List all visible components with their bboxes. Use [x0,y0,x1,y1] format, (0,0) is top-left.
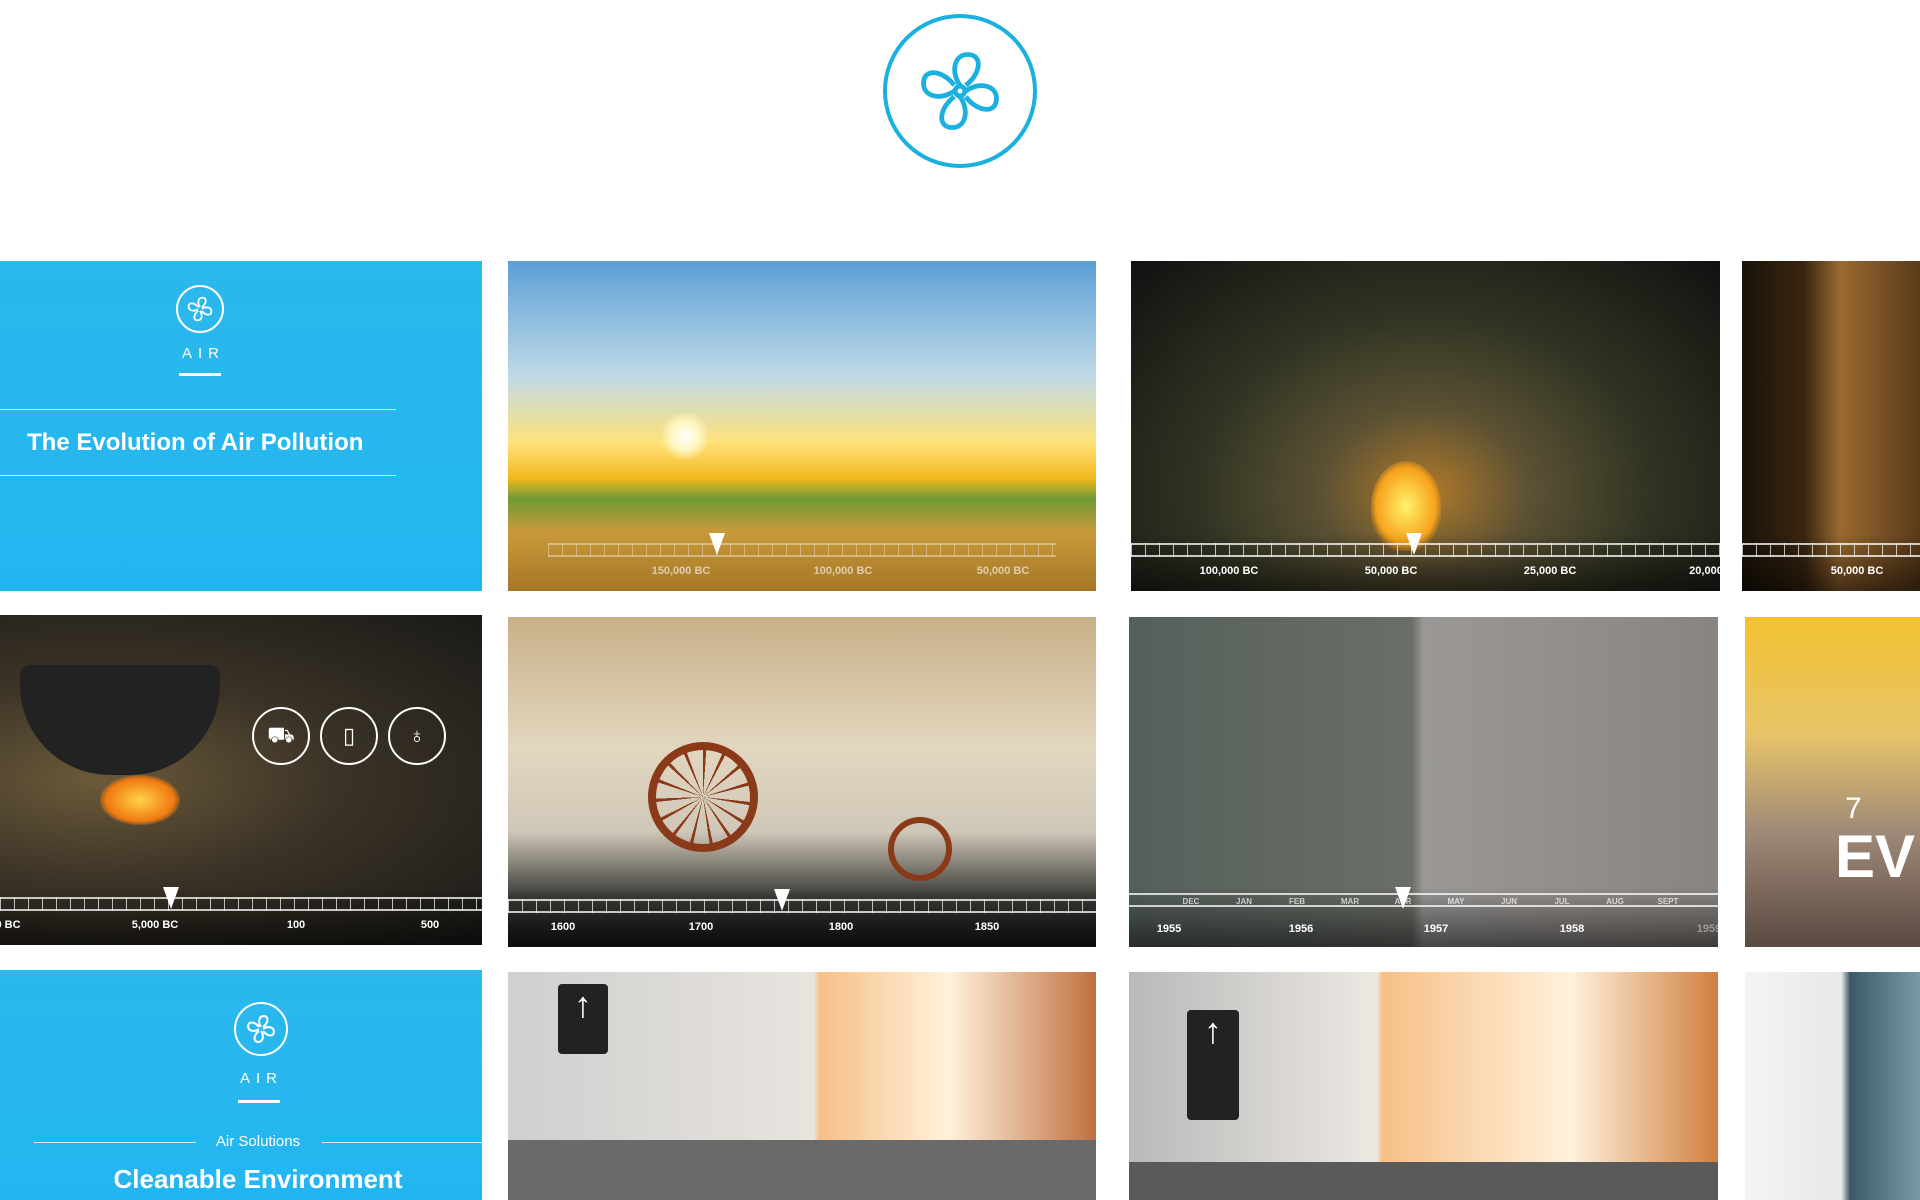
cart-icon[interactable]: ⛟ [252,707,310,765]
tile-title: EV [1835,823,1916,890]
timeline-month-label: JUN [1500,897,1518,906]
timeline-month-label: MAY [1447,897,1465,906]
timeline-label: 1955 [1156,923,1182,935]
timeline-marker[interactable] [709,533,725,555]
divider [238,1100,280,1103]
barrel-icon[interactable]: ▯ [320,707,378,765]
timeline-label: 0 BC [0,919,21,931]
arrow-up-icon: ↑ [1187,1010,1239,1120]
sun [660,411,710,461]
timeline-label: 50,000 BC [1364,565,1418,577]
divider [179,373,221,376]
egypt-tile[interactable]: 50,000 BC [1742,261,1920,591]
fire [100,775,180,825]
timeline-marker[interactable] [1406,533,1422,555]
timeline-label: 100 [286,919,306,931]
tile-text: 7 [1845,792,1862,825]
timeline-label: 25,000 BC [1523,565,1577,577]
fan-icon [234,1002,288,1056]
timeline-label: 1850 [974,921,1000,933]
timeline-label: 1959 [1696,923,1718,935]
divider [0,409,396,410]
category-label: AIR [240,1070,284,1087]
timeline-label: 100,000 BC [813,565,873,577]
fridge-tile[interactable]: ↑ [1129,972,1718,1200]
timeline[interactable]: 1600 1700 1800 1850 [508,889,1096,947]
intro-tile[interactable]: AIR The Evolution of Air Pollution [0,261,482,591]
fire-tile[interactable]: 100,000 BC 50,000 BC 25,000 BC 20,000 [1131,261,1720,591]
timeline-month-label: AUG [1606,897,1624,906]
traffic-tile[interactable]: DEC JAN FEB MAR APR MAY JUN JUL AUG SEPT 1955 195… [1129,617,1718,947]
timeline-month-label: FEB [1289,897,1305,906]
timeline-label: 50,000 BC [976,565,1030,577]
fan-logo-icon[interactable] [883,14,1037,168]
timeline-label: 1600 [550,921,576,933]
timeline-label: 1700 [688,921,714,933]
timeline-marker[interactable] [774,889,790,911]
timeline[interactable]: 100,000 BC 50,000 BC 25,000 BC 20,000 [1131,533,1720,591]
wheel [888,817,952,881]
tile-title: Cleanable Environment [113,1164,403,1194]
timeline-label: 1957 [1423,923,1449,935]
timeline-label: 150,000 BC [651,565,711,577]
timeline-label: 5,000 BC [131,919,179,931]
timeline-month-label: APR [1394,897,1412,906]
arrow-up-icon: ↑ [558,984,608,1054]
cauldron [20,665,220,775]
divider [322,1142,482,1143]
timeline-label: 500 [420,919,440,931]
timeline-marker[interactable] [163,887,179,909]
timeline[interactable]: 0 BC 5,000 BC 100 500 [0,887,482,945]
timeline-month-label: JUL [1554,897,1570,906]
timeline[interactable]: 50,000 BC [1742,533,1920,591]
city-tile[interactable]: 7 EV [1745,617,1920,947]
timeline[interactable]: 150,000 BC 100,000 BC 50,000 BC [508,533,1096,591]
timeline-label: 20,000 [1689,565,1720,577]
lantern-icon[interactable]: ♁ [388,707,446,765]
timeline-month-label: JAN [1235,897,1253,906]
building-tile[interactable] [1745,972,1920,1200]
wheel [648,742,758,852]
steam-train-tile[interactable]: 1600 1700 1800 1850 [508,617,1096,947]
cauldron-tile[interactable]: ⛟ ▯ ♁ 0 BC 5,000 BC 100 500 [0,615,482,945]
category-label: AIR [182,345,226,362]
timeline-month-label: MAR [1340,897,1360,906]
fridge-tile[interactable]: ↑ [508,972,1096,1200]
timeline-label: 50,000 BC [1830,565,1884,577]
timeline-label: 1956 [1288,923,1314,935]
timeline[interactable]: DEC JAN FEB MAR APR MAY JUN JUL AUG SEPT 1955 195… [1129,887,1718,947]
timeline-month-label: SEPT [1657,897,1679,906]
fan-icon [176,285,224,333]
meadow-tile[interactable]: 150,000 BC 100,000 BC 50,000 BC [508,261,1096,591]
solutions-tile[interactable]: AIR Air Solutions Cleanable Environment [0,970,482,1200]
timeline-month-label: DEC [1182,897,1200,906]
divider [0,475,396,476]
tile-title: The Evolution of Air Pollution [27,429,364,456]
timeline-label: 1800 [828,921,854,933]
timeline-label: 1958 [1559,923,1585,935]
timeline-label: 100,000 BC [1199,565,1259,577]
